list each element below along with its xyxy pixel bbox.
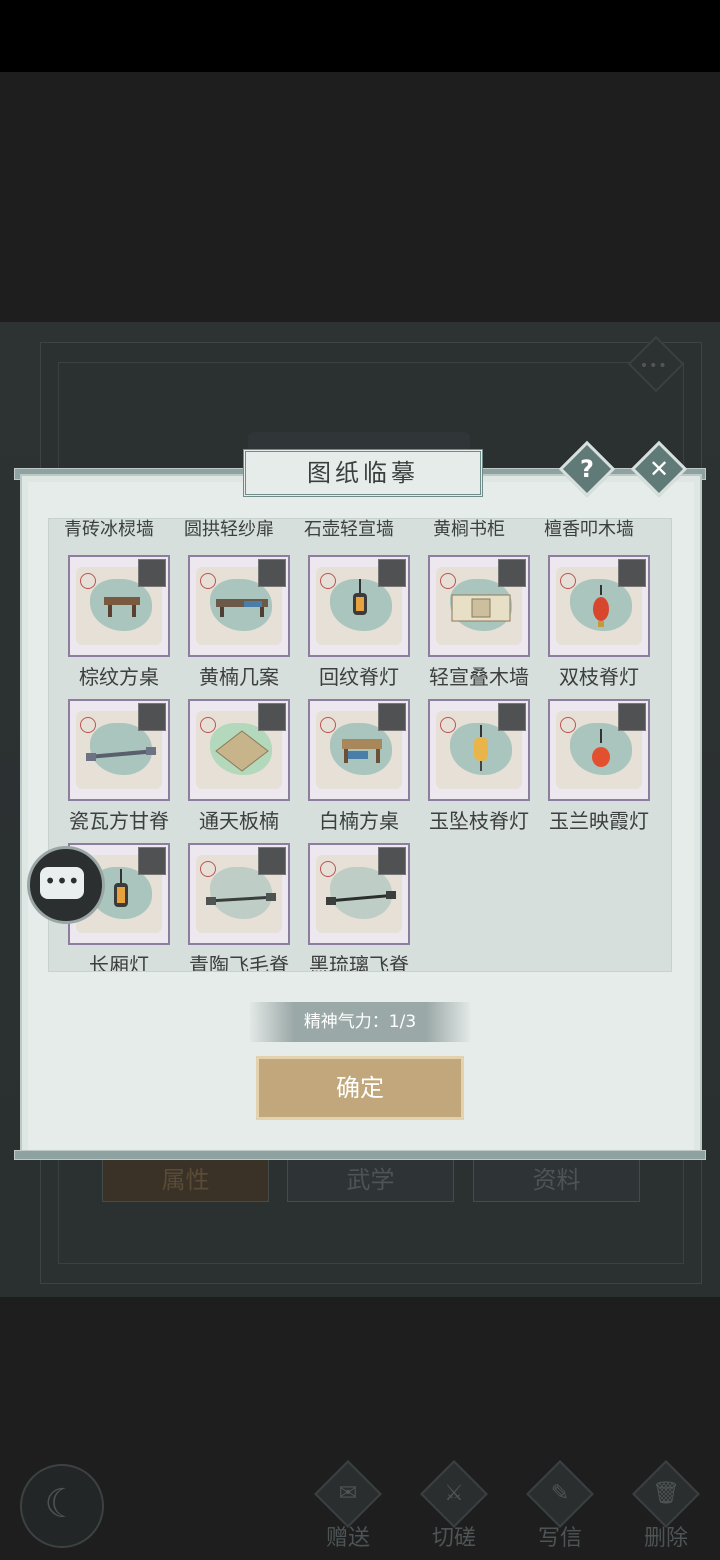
chat-bubble-button[interactable]: ••• [27,846,105,924]
delete-label: 删除 [643,1526,688,1551]
blueprint-card[interactable] [188,555,290,657]
blueprint-card[interactable] [428,699,530,801]
blueprint-label: 玉兰映霞灯 [549,809,649,833]
scroll-icon: ✉ [314,1460,382,1528]
blueprint-card[interactable] [68,555,170,657]
blueprint-label: 玉坠枝脊灯 [429,809,529,833]
cut-label: 圆拱轻纱扉 [184,519,274,540]
tab-attributes[interactable]: 属性 [102,1158,269,1202]
cut-label: 青砖冰棂墙 [64,519,154,540]
ridge-icon [326,891,397,905]
lantern-icon [592,729,610,767]
dialog-bottom-rail [14,1150,706,1160]
write-letter-label: 写信 [537,1526,582,1551]
select-checkbox[interactable] [618,559,646,587]
cut-label: 檀香叩木墙 [544,519,634,540]
status-bar [0,0,720,72]
blueprint-label: 长厢灯 [89,953,149,972]
blueprint-label: 瓷瓦方甘脊 [69,809,169,833]
lantern-icon [474,725,488,771]
select-checkbox[interactable] [378,847,406,875]
blueprint-card[interactable] [428,555,530,657]
ridge-icon [206,893,277,905]
trash-icon: 🗑 [632,1460,700,1528]
help-icon: ? [580,455,594,483]
select-checkbox[interactable] [378,703,406,731]
blueprint-card[interactable] [548,699,650,801]
dialog-title: 图纸临摹 [243,449,483,497]
select-checkbox[interactable] [138,703,166,731]
sword-icon: ⚔ [420,1460,488,1528]
cut-label: 黄榈书柜 [433,519,505,540]
blueprint-label: 通天板楠 [199,809,279,833]
ridge-icon [86,747,157,761]
delete-button[interactable]: 🗑 删除 [626,1460,706,1552]
blueprint-card[interactable] [188,843,290,945]
gift-label: 赠送 [325,1526,370,1551]
blueprint-label: 双枝脊灯 [559,665,639,689]
lantern-icon [593,585,609,627]
select-checkbox[interactable] [138,847,166,875]
select-checkbox[interactable] [498,703,526,731]
write-letter-button[interactable]: ✎ 写信 [520,1460,600,1552]
blueprint-label: 白楠方桌 [319,809,399,833]
blueprint-card[interactable] [548,555,650,657]
blueprint-label: 黄楠几案 [199,665,279,689]
select-checkbox[interactable] [258,847,286,875]
blueprint-label: 棕纹方桌 [79,665,159,689]
blueprint-card[interactable] [308,699,410,801]
spirit-energy-display: 精神气力：1/3 [250,1002,470,1042]
close-icon: ✕ [648,455,670,483]
cut-label: 石壶轻宣墙 [304,519,394,540]
lantern-icon [353,579,367,615]
blueprint-label: 回纹脊灯 [319,665,399,689]
spar-button[interactable]: ⚔ 切磋 [414,1460,494,1552]
wall-icon [451,594,511,622]
blueprint-label: 轻宣叠木墙 [429,665,529,689]
blueprint-grid[interactable]: 青砖冰棂墙 圆拱轻纱扉 石壶轻宣墙 黄榈书柜 檀香叩木墙 棕纹方桌 黄楠几案 回… [48,518,672,972]
desk-icon [216,599,268,617]
select-checkbox[interactable] [498,559,526,587]
crescent-back-icon[interactable]: ☾ [20,1464,104,1548]
blueprint-label: 黑琉璃飞脊 [309,953,409,972]
spar-label: 切磋 [431,1526,476,1551]
confirm-button[interactable]: 确定 [256,1056,464,1120]
select-checkbox[interactable] [138,559,166,587]
blueprint-card[interactable] [308,555,410,657]
blueprint-card[interactable] [308,843,410,945]
letter-icon: ✎ [526,1460,594,1528]
blueprint-card[interactable] [68,699,170,801]
select-checkbox[interactable] [378,559,406,587]
blueprint-label: 青陶飞毛脊 [189,953,289,972]
table-icon [104,597,140,617]
blueprint-card[interactable] [188,699,290,801]
tab-info[interactable]: 资料 [473,1158,640,1202]
previous-row-labels: 青砖冰棂墙 圆拱轻纱扉 石壶轻宣墙 黄榈书柜 檀香叩木墙 [49,519,671,541]
select-checkbox[interactable] [258,559,286,587]
select-checkbox[interactable] [258,703,286,731]
board-icon [215,730,269,772]
table-icon [342,739,382,763]
tab-martial-arts[interactable]: 武学 [287,1158,454,1202]
lantern-icon [114,869,128,907]
chat-icon: ••• [40,867,84,899]
select-checkbox[interactable] [618,703,646,731]
gift-button[interactable]: ✉ 赠送 [308,1460,388,1552]
